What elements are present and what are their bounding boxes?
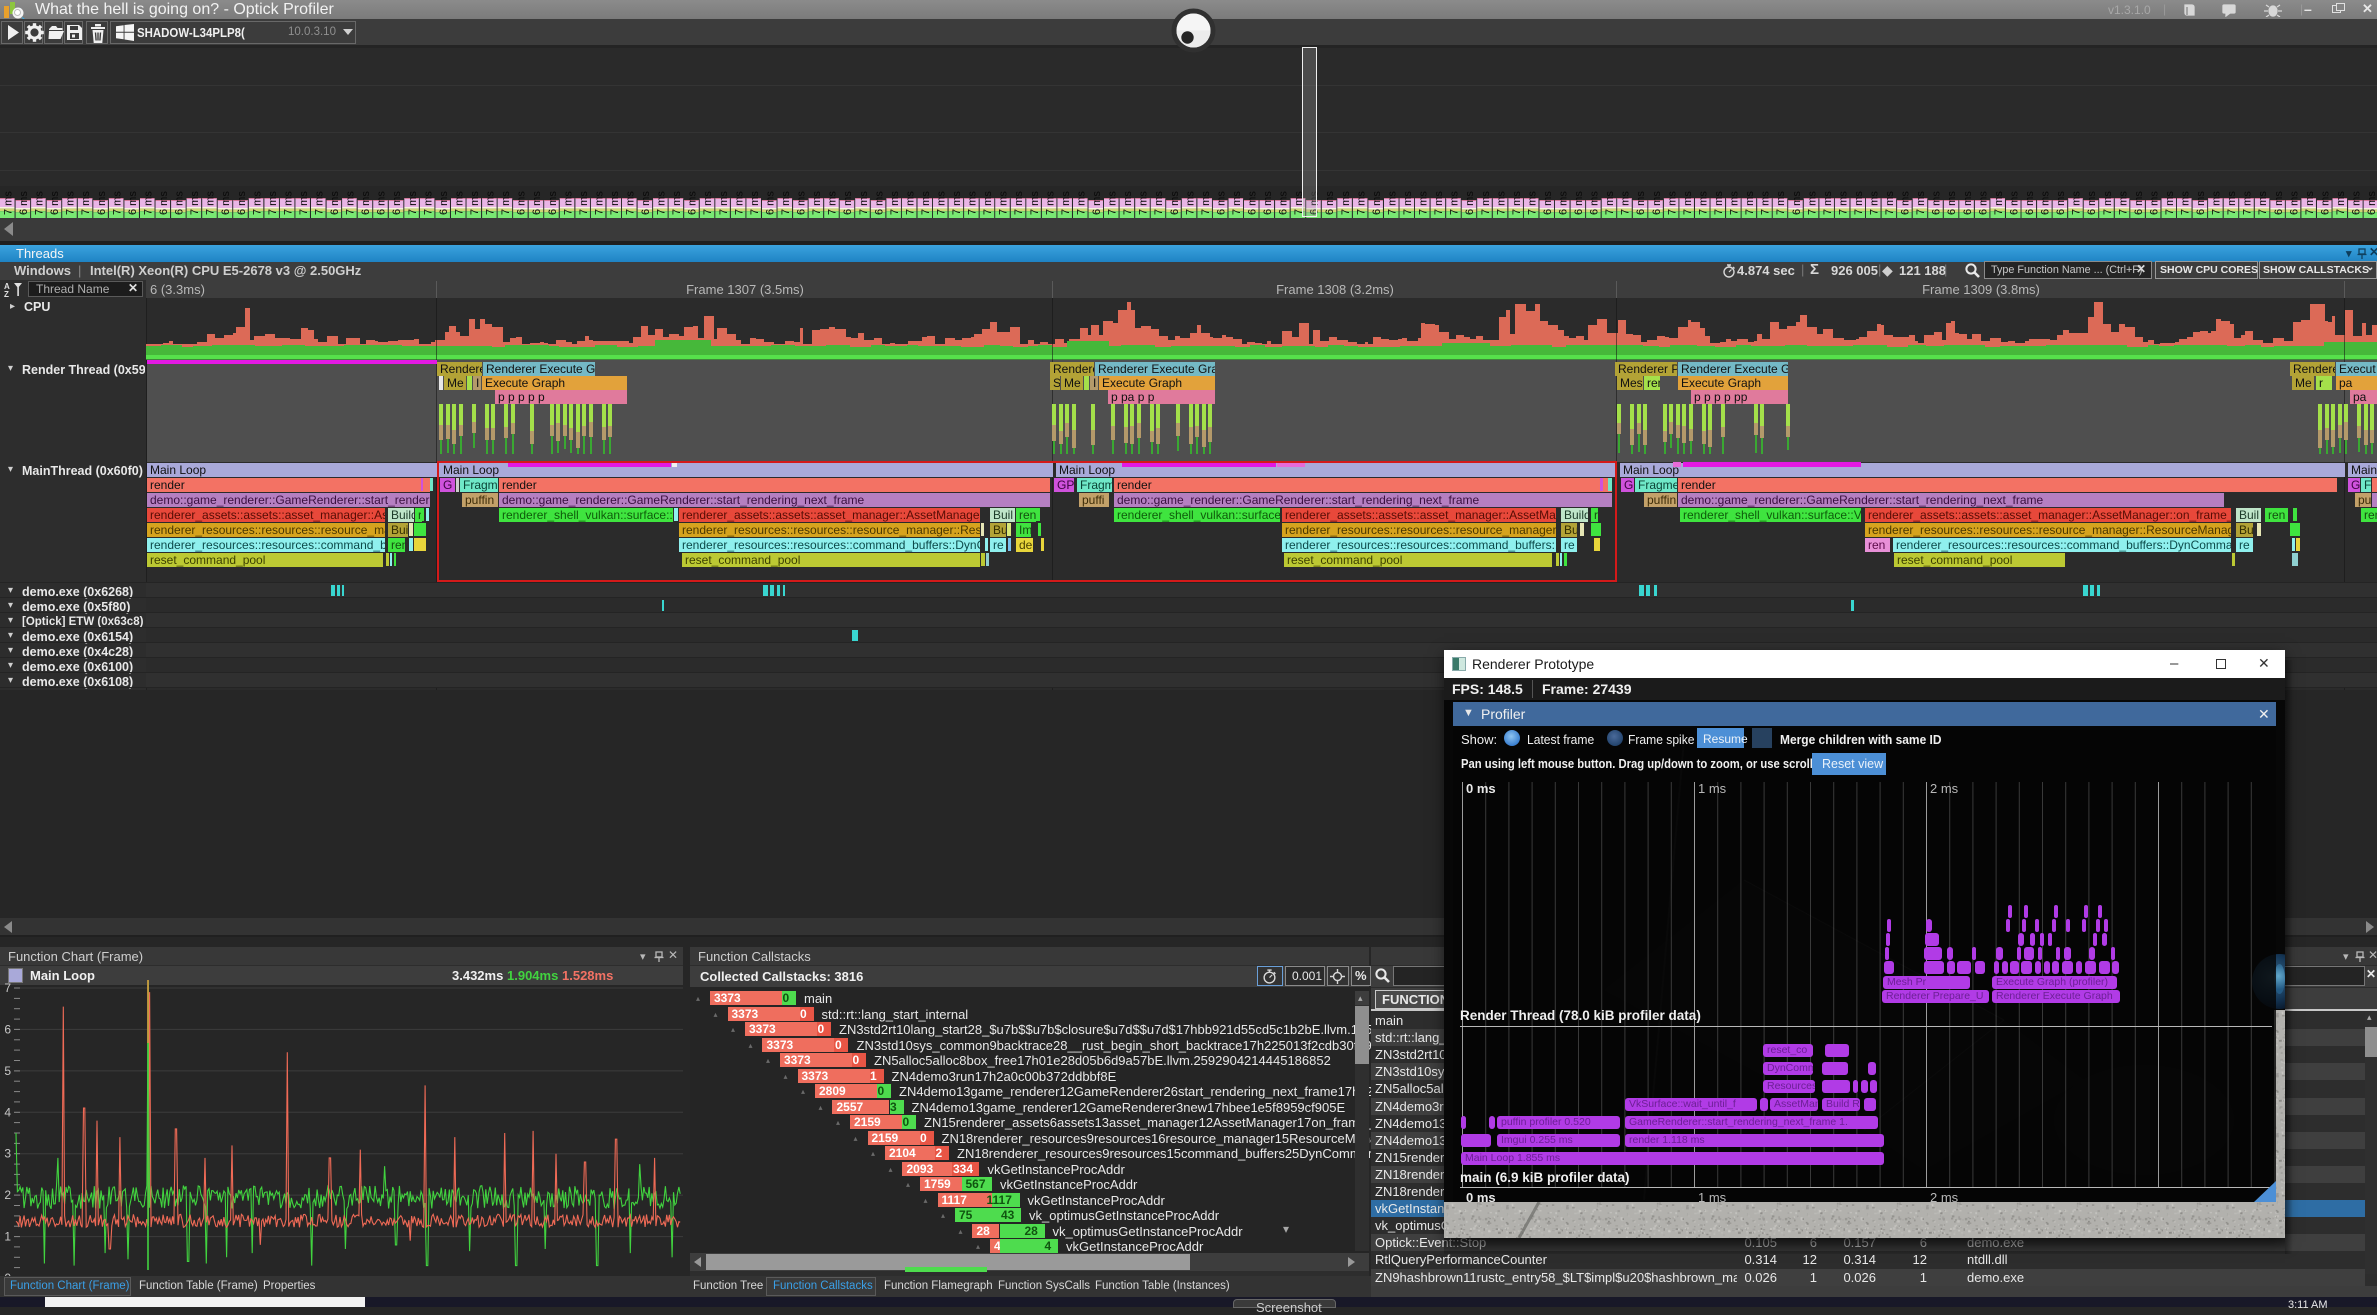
svg-text:6: 6 <box>4 1022 11 1036</box>
svg-text:4: 4 <box>4 1105 11 1119</box>
svg-text:7: 7 <box>4 981 11 995</box>
svg-text:5: 5 <box>4 1064 11 1078</box>
svg-text:1: 1 <box>4 1230 11 1244</box>
svg-text:2: 2 <box>4 1188 11 1202</box>
svg-text:3: 3 <box>4 1147 11 1161</box>
